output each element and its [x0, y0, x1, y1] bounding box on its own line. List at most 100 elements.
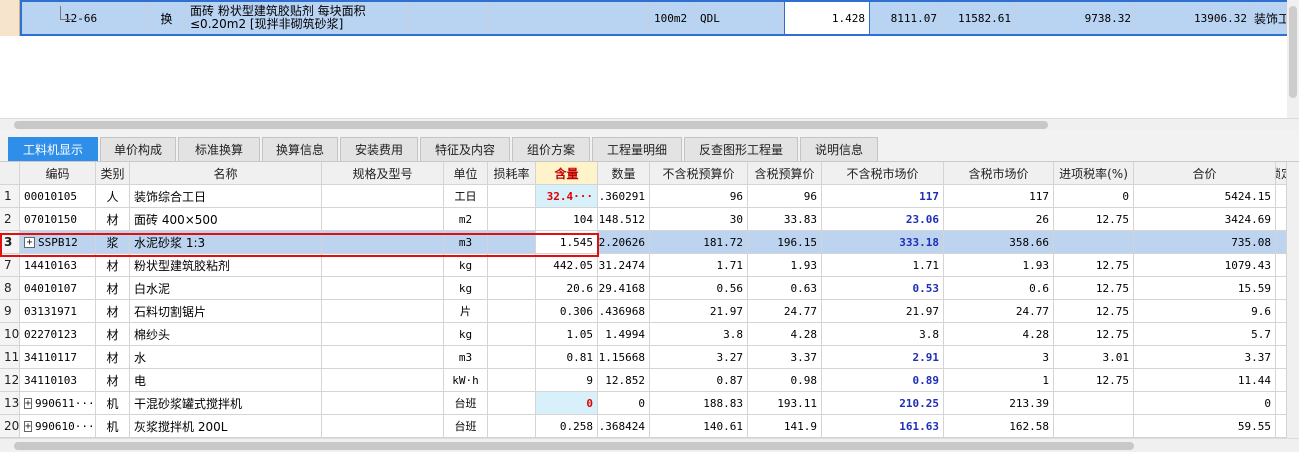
cell-quantity[interactable]: 0.436968: [598, 300, 650, 323]
row-selector[interactable]: [0, 0, 20, 36]
row-number[interactable]: 10: [0, 323, 20, 346]
cell-code[interactable]: + SSPB12: [20, 231, 96, 254]
cell-budget-price-excl-tax[interactable]: 3.8: [650, 323, 748, 346]
top-cell-code[interactable]: 12-66: [20, 0, 148, 36]
cell-market-price-incl-tax[interactable]: 1: [944, 369, 1054, 392]
cell-spec[interactable]: [322, 323, 444, 346]
cell-content[interactable]: 0.306: [536, 300, 598, 323]
cell-name[interactable]: 水: [130, 346, 322, 369]
cell-spec[interactable]: [322, 254, 444, 277]
top-cell-spec[interactable]: [410, 0, 490, 36]
cell-type[interactable]: 材: [96, 208, 130, 231]
cell-budget-price-incl-tax[interactable]: 1.93: [748, 254, 822, 277]
tab-conversion-info[interactable]: 换算信息: [262, 137, 338, 161]
cell-name[interactable]: 面砖 400×500: [130, 208, 322, 231]
tab-reverse-lookup-quantity[interactable]: 反查图形工程量: [684, 137, 798, 161]
expand-icon[interactable]: +: [24, 420, 33, 432]
cell-code[interactable]: 03131971: [20, 300, 96, 323]
tab-pricing-scheme[interactable]: 组价方案: [512, 137, 590, 161]
column-header-8[interactable]: 数量: [598, 162, 650, 185]
cell-lock[interactable]: [1276, 323, 1287, 346]
cell-unit[interactable]: 工日: [444, 185, 488, 208]
cell-code[interactable]: 00010105: [20, 185, 96, 208]
cell-lock[interactable]: [1276, 392, 1287, 415]
cell-name[interactable]: 灰浆搅拌机 200L: [130, 415, 322, 438]
column-header-2[interactable]: 类别: [96, 162, 130, 185]
grid-horizontal-scroll-thumb[interactable]: [14, 442, 1134, 450]
cell-lock[interactable]: [1276, 277, 1287, 300]
cell-type[interactable]: 材: [96, 254, 130, 277]
cell-budget-price-excl-tax[interactable]: 181.72: [650, 231, 748, 254]
cell-market-price-incl-tax[interactable]: 162.58: [944, 415, 1054, 438]
row-number[interactable]: 9: [0, 300, 20, 323]
cell-total[interactable]: 59.55: [1134, 415, 1276, 438]
cell-name[interactable]: 石料切割锯片: [130, 300, 322, 323]
cell-input-tax-rate[interactable]: 12.75: [1054, 323, 1134, 346]
cell-type[interactable]: 材: [96, 277, 130, 300]
cell-input-tax-rate[interactable]: 0: [1054, 185, 1134, 208]
column-header-12[interactable]: 含税市场价: [944, 162, 1054, 185]
cell-loss-rate[interactable]: [488, 346, 536, 369]
cell-budget-price-excl-tax[interactable]: 21.97: [650, 300, 748, 323]
cell-name[interactable]: 水泥砂浆 1:3: [130, 231, 322, 254]
cell-quantity[interactable]: 12.852: [598, 369, 650, 392]
cell-budget-price-excl-tax[interactable]: 3.27: [650, 346, 748, 369]
cell-market-price-excl-tax[interactable]: 161.63: [822, 415, 944, 438]
cell-quantity[interactable]: 0: [598, 392, 650, 415]
cell-type[interactable]: 机: [96, 415, 130, 438]
cell-budget-price-incl-tax[interactable]: 0.63: [748, 277, 822, 300]
column-header-0[interactable]: [0, 162, 20, 185]
cell-unit[interactable]: m3: [444, 346, 488, 369]
cell-budget-price-incl-tax[interactable]: 141.9: [748, 415, 822, 438]
top-cell-qty-expr[interactable]: QDL: [696, 0, 784, 36]
cell-loss-rate[interactable]: [488, 277, 536, 300]
cell-total[interactable]: 11.44: [1134, 369, 1276, 392]
column-header-3[interactable]: 名称: [130, 162, 322, 185]
cell-quantity[interactable]: 1.15668: [598, 346, 650, 369]
row-number[interactable]: 2: [0, 208, 20, 231]
cell-lock[interactable]: [1276, 254, 1287, 277]
cell-content[interactable]: 1.545: [536, 231, 598, 254]
cell-budget-price-excl-tax[interactable]: 0.56: [650, 277, 748, 300]
cell-total[interactable]: 1079.43: [1134, 254, 1276, 277]
cell-spec[interactable]: [322, 369, 444, 392]
row-number[interactable]: 3: [0, 231, 20, 254]
tab-install-fee[interactable]: 安装费用: [340, 137, 418, 161]
cell-loss-rate[interactable]: [488, 369, 536, 392]
cell-budget-price-excl-tax[interactable]: 140.61: [650, 415, 748, 438]
cell-budget-price-excl-tax[interactable]: 188.83: [650, 392, 748, 415]
column-header-6[interactable]: 损耗率: [488, 162, 536, 185]
cell-market-price-excl-tax[interactable]: 23.06: [822, 208, 944, 231]
cell-name[interactable]: 白水泥: [130, 277, 322, 300]
top-cell-price[interactable]: 8111.07: [870, 0, 942, 36]
cell-content[interactable]: 9: [536, 369, 598, 392]
cell-market-price-excl-tax[interactable]: 117: [822, 185, 944, 208]
cell-input-tax-rate[interactable]: [1054, 415, 1134, 438]
cell-market-price-excl-tax[interactable]: 0.53: [822, 277, 944, 300]
column-header-9[interactable]: 不含税预算价: [650, 162, 748, 185]
cell-loss-rate[interactable]: [488, 254, 536, 277]
top-cell-unit[interactable]: 100m2: [650, 0, 696, 36]
cell-content[interactable]: 104: [536, 208, 598, 231]
cell-market-price-excl-tax[interactable]: 333.18: [822, 231, 944, 254]
cell-unit[interactable]: kg: [444, 254, 488, 277]
cell-code[interactable]: 04010107: [20, 277, 96, 300]
cell-budget-price-excl-tax[interactable]: 0.87: [650, 369, 748, 392]
top-cell-quantity[interactable]: 1.428: [784, 0, 870, 36]
cell-market-price-excl-tax[interactable]: 0.89: [822, 369, 944, 392]
cell-content[interactable]: 0.258: [536, 415, 598, 438]
top-horizontal-scroll-thumb[interactable]: [14, 121, 1048, 129]
cell-code[interactable]: +990611···: [20, 392, 96, 415]
cell-unit[interactable]: m3: [444, 231, 488, 254]
cell-spec[interactable]: [322, 300, 444, 323]
cell-type[interactable]: 机: [96, 392, 130, 415]
cell-code[interactable]: 07010150: [20, 208, 96, 231]
cell-input-tax-rate[interactable]: [1054, 392, 1134, 415]
cell-total[interactable]: 5.7: [1134, 323, 1276, 346]
cell-lock[interactable]: [1276, 185, 1287, 208]
tab-unit-price-composition[interactable]: 单价构成: [100, 137, 176, 161]
column-header-13[interactable]: 进项税率(%): [1054, 162, 1134, 185]
cell-loss-rate[interactable]: [488, 300, 536, 323]
cell-unit[interactable]: 台班: [444, 392, 488, 415]
cell-total[interactable]: 9.6: [1134, 300, 1276, 323]
